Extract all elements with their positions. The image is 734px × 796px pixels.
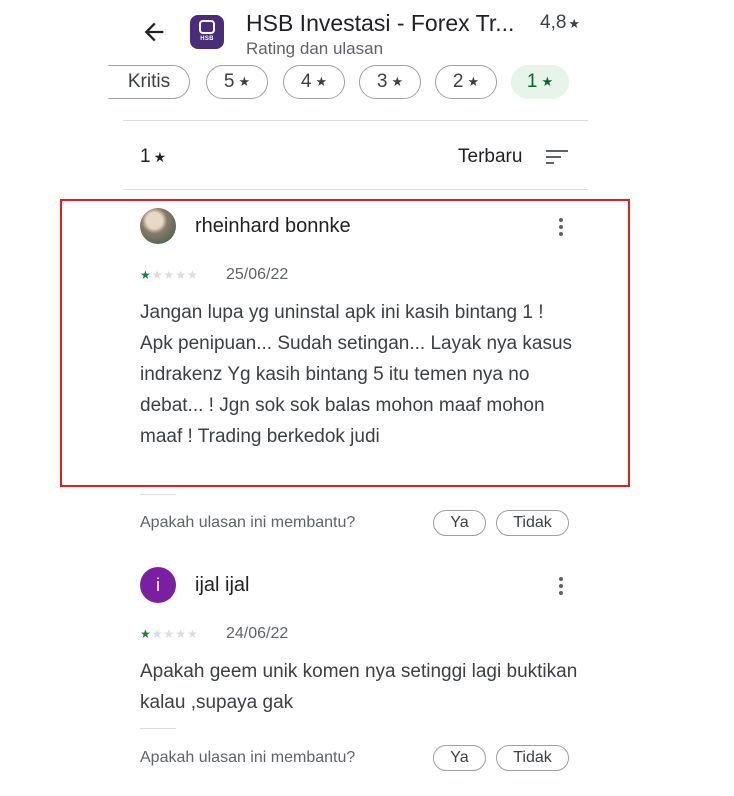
chip-4-star[interactable]: 4 ★ (283, 65, 345, 99)
star-icon: ★ (153, 149, 167, 165)
chip-3-star[interactable]: 3 ★ (359, 65, 421, 99)
helpful-question: Apakah ulasan ini membantu? (140, 749, 356, 766)
divider (123, 120, 588, 121)
chip-kritis[interactable]: Kritis (108, 65, 190, 99)
more-options-icon[interactable] (558, 216, 564, 236)
star-icon: ★ (467, 74, 480, 89)
star-icon: ★ (315, 74, 328, 89)
star-icon: ★ (568, 16, 581, 31)
review-text: Jangan lupa yg uninstal apk ini kasih bi… (140, 302, 573, 447)
helpful-yes-button[interactable]: Ya (433, 510, 486, 536)
review-date: 24/06/22 (226, 625, 289, 642)
review-author: ijal ijal (195, 574, 250, 596)
helpful-no-button[interactable]: Tidak (496, 510, 569, 536)
divider (123, 189, 588, 190)
helpful-question: Apakah ulasan ini membantu? (140, 514, 356, 531)
avatar (140, 208, 176, 244)
star-icon: ★ (391, 74, 404, 89)
app-title: HSB Investasi - Forex Tr... (246, 10, 515, 36)
chip-2-star[interactable]: 2 ★ (435, 65, 497, 99)
divider (140, 494, 176, 495)
chip-5-star[interactable]: 5 ★ (206, 65, 268, 99)
app-icon: HSB (190, 15, 224, 49)
back-arrow-icon[interactable] (140, 18, 168, 46)
chip-1-star-selected[interactable]: 1 ★ (511, 65, 569, 99)
review-text: Apakah geem unik komen nya setinggi lagi… (140, 661, 578, 713)
sort-icon[interactable] (545, 147, 569, 167)
rating-filter[interactable]: 1 ★ (140, 146, 166, 168)
review-author: rheinhard bonnke (195, 215, 351, 237)
sort-label[interactable]: Terbaru (458, 146, 522, 168)
review-date: 25/06/22 (226, 266, 289, 283)
helpful-yes-button[interactable]: Ya (433, 745, 486, 771)
app-rating: 4,8 ★ (540, 12, 581, 33)
star-rating: ★★★★★ (140, 627, 199, 641)
avatar: i (140, 567, 176, 603)
more-options-icon[interactable] (558, 575, 564, 595)
star-icon: ★ (238, 74, 251, 89)
page-subtitle: Rating dan ulasan (246, 39, 384, 58)
helpful-no-button[interactable]: Tidak (496, 745, 569, 771)
star-rating: ★★★★★ (140, 268, 199, 282)
divider (140, 728, 176, 729)
star-icon: ★ (541, 74, 554, 89)
